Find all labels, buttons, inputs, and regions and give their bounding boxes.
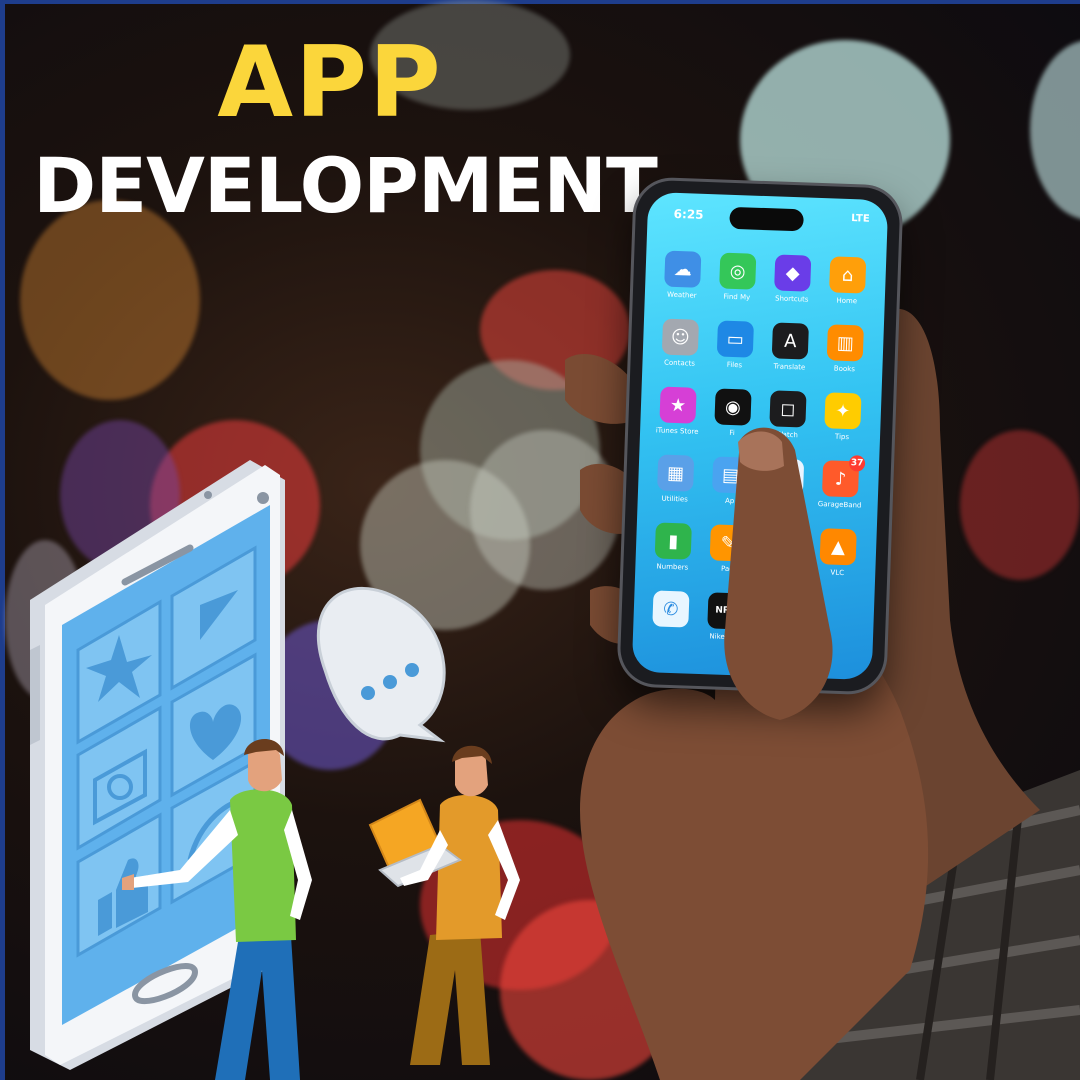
app-label: Utilities — [661, 494, 689, 504]
app-numbers[interactable]: ▮ Numbers — [649, 522, 697, 572]
headline-development: DEVELOPMENT — [33, 141, 658, 230]
numbers-icon: ▮ — [654, 522, 692, 560]
find-my-icon: ◎ — [719, 252, 757, 290]
app-label: Find My — [723, 292, 751, 302]
pointing-finger — [724, 427, 833, 720]
app-label: Files — [726, 360, 743, 370]
phone-app-icon: ✆ — [652, 590, 690, 628]
isometric-app-illustration — [30, 460, 520, 1080]
contacts-icon: ☺ — [661, 318, 700, 356]
headline: APP DEVELOPMENT — [0, 28, 690, 234]
app-phone-app[interactable]: ✆ — [647, 590, 695, 640]
app-label: Numbers — [656, 562, 689, 572]
app-label: Books — [833, 364, 856, 374]
dynamic-island — [729, 206, 804, 232]
books-icon: ▥ — [826, 324, 864, 362]
app-files[interactable]: ▭ Files — [711, 320, 759, 370]
app-label: Contacts — [663, 358, 696, 368]
weather-icon: ☁ — [664, 250, 702, 288]
shortcuts-icon: ◆ — [774, 254, 812, 292]
files-icon: ▭ — [716, 320, 754, 358]
app-itunes-store[interactable]: ★ iTunes Store — [654, 386, 702, 436]
headline-app: APP — [217, 26, 443, 140]
app-weather[interactable]: ☁ Weather — [659, 250, 707, 300]
status-time: 6:25 — [673, 206, 704, 222]
app-label: Home — [836, 296, 858, 306]
developer-orange-vest — [368, 745, 520, 1065]
app-home[interactable]: ⌂ Home — [824, 256, 872, 306]
app-shortcuts[interactable]: ◆ Shortcuts — [769, 254, 817, 304]
itunes-store-icon: ★ — [659, 386, 697, 424]
top-border — [0, 0, 1080, 4]
chat-bubble-icon — [317, 587, 446, 743]
app-label: Weather — [666, 290, 697, 300]
app-label: Shortcuts — [774, 294, 809, 304]
app-find-my[interactable]: ◎ Find My — [714, 252, 762, 302]
app-development-banner: APP DEVELOPMENT 6:25 LTE ☁ Weather ◎ Find M… — [0, 0, 1080, 1080]
app-books[interactable]: ▥ Books — [821, 324, 869, 374]
status-network: LTE — [851, 213, 870, 225]
app-label: Translate — [773, 362, 806, 372]
translate-icon: A — [771, 322, 809, 360]
home-icon: ⌂ — [829, 256, 867, 294]
app-utilities-folder[interactable]: ▦ Utilities — [652, 454, 700, 504]
app-contacts[interactable]: ☺ Contacts — [656, 318, 704, 368]
app-label — [642, 630, 698, 632]
utilities-folder-icon: ▦ — [657, 454, 695, 492]
app-label: iTunes Store — [655, 426, 699, 436]
app-translate[interactable]: A Translate — [766, 322, 814, 372]
